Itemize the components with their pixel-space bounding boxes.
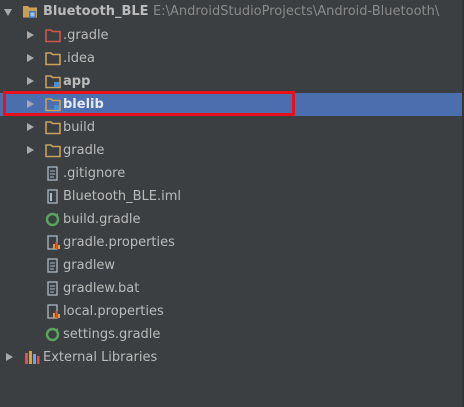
tree-item-gradle[interactable]: gradle [0, 139, 464, 162]
tree-item-label: gradle.properties [63, 235, 175, 250]
properties-file-icon [45, 304, 61, 319]
tree-item-settings-gradle[interactable]: settings.gradle [0, 323, 464, 346]
gradle-file-icon [45, 327, 61, 342]
tree-item-external-libraries[interactable]: External Libraries [0, 346, 464, 369]
tree-item-label: gradlew [63, 258, 116, 273]
gradle-file-icon [45, 212, 61, 227]
tree-item-label: build [63, 120, 95, 135]
project-tree: Bluetooth_BLE E:\AndroidStudioProjects\A… [0, 0, 464, 407]
tree-item-label: settings.gradle [63, 327, 161, 342]
tree-item-gradle-properties[interactable]: gradle.properties [0, 231, 464, 254]
iml-file-icon [45, 189, 61, 204]
tree-item-label: app [63, 74, 91, 89]
folder-excluded-icon [45, 28, 61, 43]
tree-item-gradle-dir[interactable]: .gradle [0, 24, 464, 47]
tree-item-label: .idea [63, 51, 95, 66]
chevron-right-icon[interactable] [27, 54, 34, 62]
tree-item-iml[interactable]: Bluetooth_BLE.iml [0, 185, 464, 208]
module-folder-icon [45, 97, 61, 112]
project-path: E:\AndroidStudioProjects\Android-Bluetoo… [153, 4, 440, 19]
tree-item-label: Bluetooth_BLE.iml [63, 189, 182, 204]
tree-item-idea[interactable]: .idea [0, 47, 464, 70]
tree-item-blelib[interactable]: blelib [0, 93, 464, 116]
tree-item-label: .gitignore [63, 166, 126, 181]
chevron-right-icon[interactable] [27, 146, 34, 154]
tree-item-label: .gradle [63, 28, 109, 43]
chevron-right-icon[interactable] [27, 123, 34, 131]
tree-item-label: blelib [63, 97, 104, 112]
tree-item-local-properties[interactable]: local.properties [0, 300, 464, 323]
tree-item-label: local.properties [63, 304, 164, 319]
text-file-icon [45, 281, 61, 296]
chevron-right-icon[interactable] [6, 353, 13, 361]
tree-item-gradlew-bat[interactable]: gradlew.bat [0, 277, 464, 300]
tree-item-label: External Libraries [43, 350, 158, 365]
text-file-icon [45, 258, 61, 273]
chevron-right-icon[interactable] [27, 31, 34, 39]
chevron-down-icon[interactable] [4, 9, 12, 16]
folder-icon [45, 51, 61, 66]
chevron-right-icon[interactable] [27, 100, 34, 108]
tree-item-build[interactable]: build [0, 116, 464, 139]
text-file-icon [45, 166, 61, 181]
project-folder-icon [22, 4, 38, 19]
tree-item-gradlew[interactable]: gradlew [0, 254, 464, 277]
project-name: Bluetooth_BLE [43, 4, 149, 19]
tree-item-build-gradle[interactable]: build.gradle [0, 208, 464, 231]
module-folder-icon [45, 74, 61, 89]
properties-file-icon [45, 235, 61, 250]
tree-item-label: gradlew.bat [63, 281, 140, 296]
tree-item-app[interactable]: app [0, 70, 464, 93]
folder-icon [45, 120, 61, 135]
library-icon [24, 350, 40, 365]
chevron-right-icon[interactable] [27, 77, 34, 85]
tree-item-label: gradle [63, 143, 105, 158]
tree-item-gitignore[interactable]: .gitignore [0, 162, 464, 185]
folder-icon [45, 143, 61, 158]
tree-root-project[interactable]: Bluetooth_BLE E:\AndroidStudioProjects\A… [0, 0, 464, 23]
tree-item-label: build.gradle [63, 212, 141, 227]
